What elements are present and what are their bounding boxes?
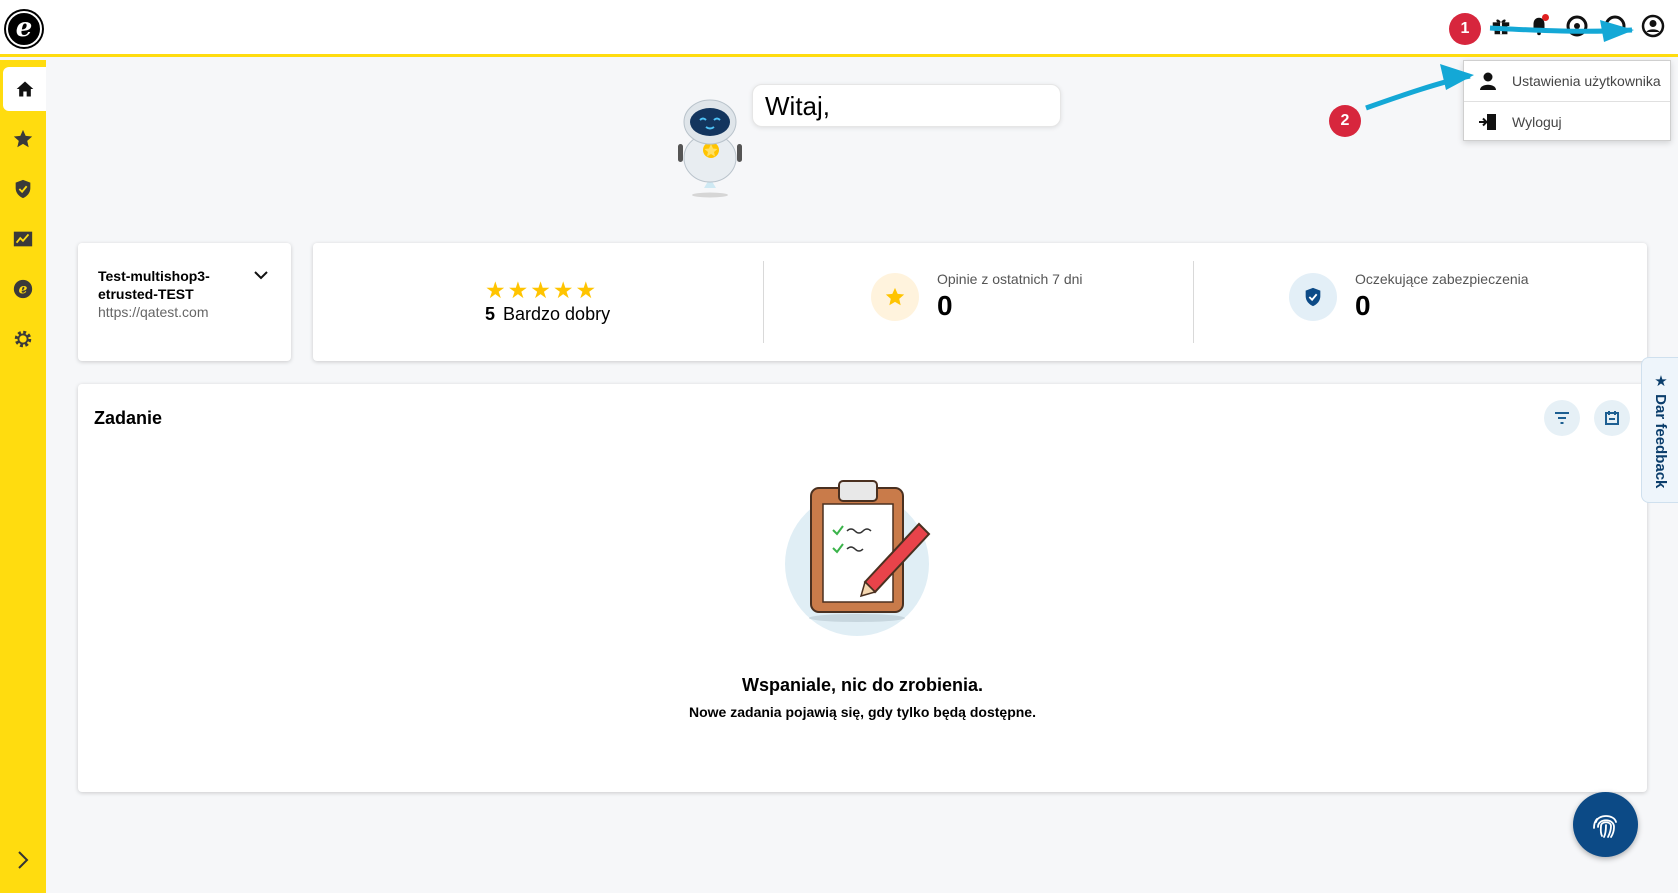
stat-value: 0: [1355, 290, 1371, 321]
sidebar: e: [0, 60, 46, 893]
filter-icon: [1555, 412, 1569, 424]
shield-badge-icon: [1289, 272, 1337, 321]
rating-text: 5 Bardzo dobry: [485, 304, 610, 325]
rating-score: 5: [485, 304, 496, 324]
annotation-marker-2: 2: [1329, 105, 1361, 137]
filter-button[interactable]: [1544, 400, 1580, 436]
top-bar: e: [0, 0, 1678, 57]
stat-recent-reviews: Opinie z ostatnich 7 dni 0: [871, 271, 1083, 322]
empty-state-title: Wspaniale, nic do zrobienia.: [741, 675, 984, 695]
menu-item-label: Wyloguj: [1512, 113, 1562, 130]
gear-icon: [14, 330, 32, 348]
star-icon: ★: [1652, 372, 1669, 395]
stat-value: 0: [937, 290, 953, 321]
home-icon: [16, 81, 33, 97]
star-badge-icon: [871, 272, 919, 321]
star-icon: ★: [507, 277, 529, 303]
sidebar-item-analytics[interactable]: [0, 217, 46, 261]
clipboard-illustration-icon: [785, 480, 931, 636]
sidebar-item-settings[interactable]: [0, 317, 46, 361]
divider: [763, 261, 764, 343]
sidebar-item-etrusted[interactable]: e: [0, 267, 46, 311]
gift-icon[interactable]: [1488, 13, 1514, 39]
star-icon: ★: [575, 277, 597, 303]
star-icon: [13, 129, 33, 148]
welcome-bubble: Witaj,: [752, 84, 1061, 127]
user-menu-dropdown: Ustawienia użytkownika Wyloguj: [1463, 60, 1671, 141]
robot-mascot-icon: [678, 99, 742, 198]
menu-item-logout[interactable]: Wyloguj: [1464, 101, 1670, 141]
chevron-down-icon[interactable]: [253, 270, 269, 280]
sidebar-item-protection[interactable]: [0, 167, 46, 211]
tasks-panel: Zadanie Wspaniale, nic do zrobienia. Now…: [78, 384, 1647, 792]
sidebar-item-home[interactable]: [3, 67, 46, 111]
etrusted-logo[interactable]: e: [6, 11, 42, 47]
fingerprint-icon: [1592, 814, 1617, 838]
annotation-marker-1: 1: [1449, 13, 1481, 45]
etrusted-e-icon: e: [13, 279, 33, 299]
star-icon: ★: [485, 277, 506, 303]
chevron-right-icon: [18, 851, 29, 869]
star-icon: ★: [530, 277, 551, 303]
rating-summary: ★ ★ ★ ★ ★ 5 Bardzo dobry: [485, 279, 610, 325]
tasks-title: Zadanie: [94, 408, 163, 428]
feedback-label: ★ Dar feedback: [1651, 372, 1669, 488]
fingerprint-button[interactable]: [1573, 792, 1638, 857]
shop-selector[interactable]: Test-multishop3-etrusted-TEST https://qa…: [78, 243, 291, 361]
sidebar-expand-button[interactable]: [0, 845, 46, 875]
shop-name: Test-multishop3-etrusted-TEST: [98, 268, 210, 302]
divider: [1193, 261, 1194, 343]
logout-icon: [1479, 113, 1496, 130]
shield-check-icon: [15, 179, 31, 199]
rating-stars: ★ ★ ★ ★ ★: [485, 277, 610, 303]
stat-label: Opinie z ostatnich 7 dni: [937, 271, 1083, 287]
rating-label: Bardzo dobry: [503, 304, 611, 324]
shop-url: https://qatest.com: [98, 304, 209, 320]
svg-text:e: e: [19, 282, 28, 298]
calendar-button[interactable]: [1594, 400, 1630, 436]
user-icon: [1480, 72, 1496, 90]
bell-icon[interactable]: [1526, 13, 1552, 39]
sidebar-item-reviews[interactable]: [0, 117, 46, 161]
help-icon[interactable]: [1564, 13, 1590, 39]
menu-item-label: Ustawienia użytkownika: [1512, 73, 1661, 89]
welcome-greeting: Witaj,: [765, 91, 830, 121]
star-icon: ★: [552, 277, 574, 303]
feedback-label-text: Dar feedback: [1652, 394, 1669, 489]
feedback-tab[interactable]: ★ Dar feedback: [1641, 357, 1678, 503]
empty-state-subtitle: Nowe zadania pojawią się, gdy tylko będą…: [689, 704, 1036, 720]
top-icons: [1488, 13, 1666, 39]
notification-dot: [1542, 14, 1549, 21]
chart-icon: [13, 231, 33, 247]
settings-circle-icon[interactable]: [1602, 13, 1628, 39]
calendar-icon: [1605, 411, 1619, 425]
stat-label: Oczekujące zabezpieczenia: [1355, 271, 1529, 287]
user-account-icon[interactable]: [1640, 13, 1666, 39]
stat-pending-protections: Oczekujące zabezpieczenia 0: [1289, 271, 1529, 322]
menu-item-user-settings[interactable]: Ustawienia użytkownika: [1464, 61, 1670, 101]
stats-panel: ★ ★ ★ ★ ★ 5 Bardzo dobry Opinie z ostatni…: [313, 243, 1647, 361]
